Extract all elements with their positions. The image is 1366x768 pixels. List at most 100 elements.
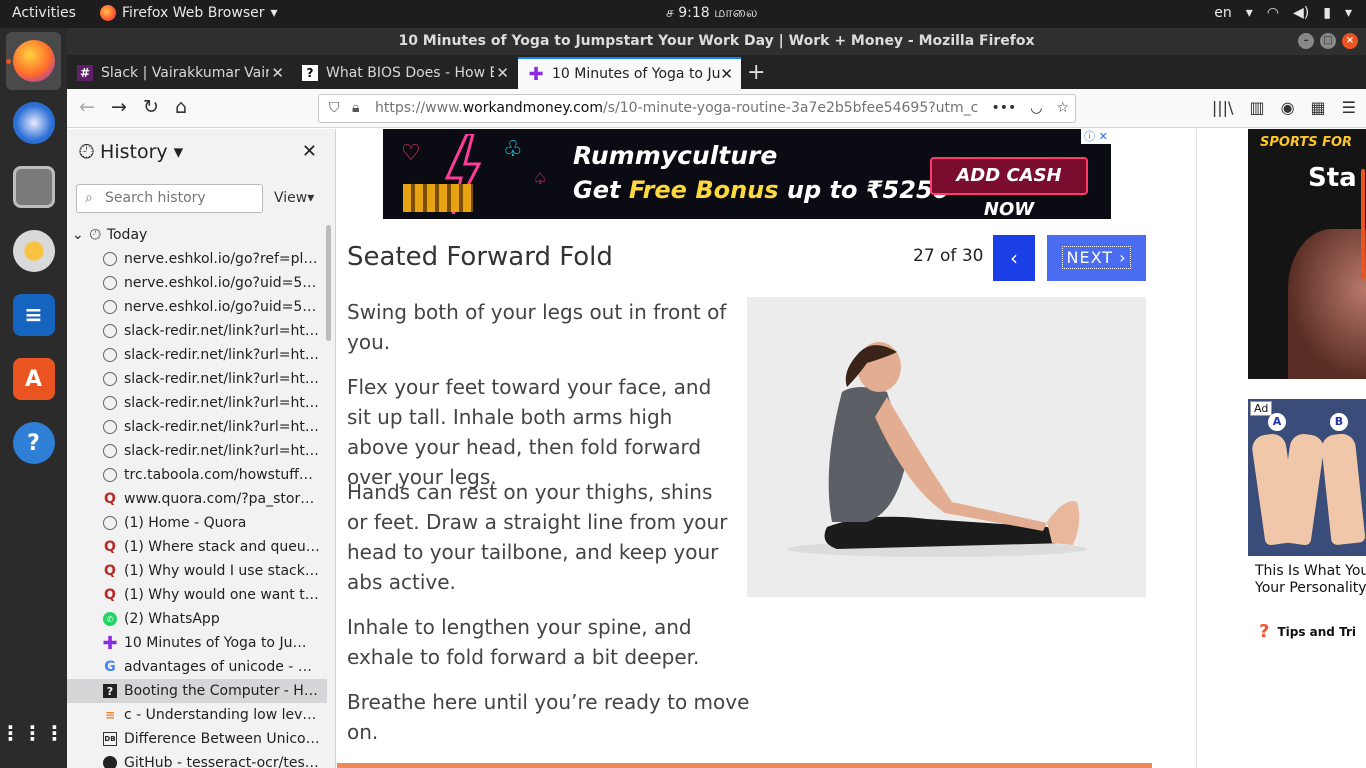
close-tab-icon[interactable]: ✕: [271, 64, 284, 82]
history-item[interactable]: slack-redir.net/link?url=http...: [67, 439, 327, 463]
search-icon: ⌕: [85, 190, 93, 206]
history-item[interactable]: Q (1) Why would I use stack ins...: [67, 559, 327, 583]
bookmark-star-icon[interactable]: ☆: [1056, 95, 1069, 122]
shield-icon[interactable]: ⛉: [329, 95, 340, 122]
home-button[interactable]: ⌂: [175, 96, 187, 118]
history-sidebar: 🕘︎ History ▾ ✕ ⌕ Search history View▾ ⌄ …: [67, 129, 336, 768]
history-item[interactable]: slack-redir.net/link?url=http...: [67, 343, 327, 367]
history-item-label: (1) Home - Quora: [124, 515, 247, 531]
side-ad-photo: [1288, 229, 1366, 379]
page-actions-icon[interactable]: •••: [991, 95, 1016, 122]
ad-headline-highlight: Free Bonus: [628, 176, 779, 204]
ad-brand: Rummyculture: [573, 141, 778, 170]
side-ad-sports[interactable]: SPORTS FOR Sta: [1248, 129, 1366, 379]
history-item[interactable]: Q (1) Where stack and queue u...: [67, 535, 327, 559]
side-ad-legs[interactable]: Ad A B: [1248, 399, 1366, 556]
app-menu[interactable]: Firefox Web Browser ▾: [100, 5, 278, 21]
plus-icon: ✚: [102, 632, 118, 654]
url-bar[interactable]: ⛉ 🔒︎ https://www.workandmoney.com/s/10-m…: [318, 94, 1076, 123]
menu-icon[interactable]: ☰: [1342, 98, 1356, 117]
extensions-icon[interactable]: ▦: [1311, 98, 1326, 117]
tab-slack[interactable]: # Slack | Vairakkumar Vaira ✕: [67, 57, 292, 89]
history-item[interactable]: ✆ (2) WhatsApp: [67, 607, 327, 631]
clock[interactable]: ச 9:18 மாலை: [666, 5, 758, 23]
account-icon[interactable]: ◉: [1281, 98, 1295, 117]
history-item[interactable]: DB Difference Between Unicod...: [67, 727, 327, 751]
forward-button[interactable]: →: [111, 96, 127, 118]
minimize-button[interactable]: –: [1298, 33, 1314, 49]
history-item[interactable]: ? Booting the Computer - How...: [67, 679, 327, 703]
tab-yoga[interactable]: ✚ 10 Minutes of Yoga to Ju ✕: [518, 57, 741, 89]
close-window-button[interactable]: ×: [1342, 33, 1358, 49]
history-item[interactable]: ✚ 10 Minutes of Yoga to Jump...: [67, 631, 327, 655]
view-label: View: [274, 190, 308, 206]
dock-show-apps[interactable]: ⋮⋮⋮: [1, 704, 65, 762]
close-sidebar-button[interactable]: ✕: [302, 141, 317, 162]
history-item[interactable]: Gadvantages of unicode - Goo...: [67, 655, 327, 679]
history-item[interactable]: trc.taboola.com/howstuffwo...: [67, 463, 327, 487]
history-item[interactable]: nerve.eshkol.io/go?uid=5e1...: [67, 295, 327, 319]
close-tab-icon[interactable]: ✕: [496, 64, 509, 82]
history-item[interactable]: Q (1) Why would one want to u...: [67, 583, 327, 607]
dock-files[interactable]: [6, 158, 61, 216]
history-item[interactable]: nerve.eshkol.io/go?ref=pl&h...: [67, 247, 327, 271]
history-item[interactable]: Qwww.quora.com/?pa_story=...: [67, 487, 327, 511]
yoga-photo: [747, 297, 1146, 597]
sidebar-toggle-icon[interactable]: ▥: [1249, 98, 1264, 117]
history-item-label: (2) WhatsApp: [124, 611, 220, 627]
sidebar-scrollbar[interactable]: [326, 225, 331, 341]
next-button[interactable]: NEXT ›: [1047, 235, 1146, 281]
dock-software[interactable]: A: [6, 350, 61, 408]
library-icon[interactable]: |||\: [1212, 98, 1234, 117]
ad-close-icon[interactable]: ⓘ ✕: [1081, 129, 1111, 144]
history-item[interactable]: (1) Home - Quora: [67, 511, 327, 535]
side-ad-brand[interactable]: ? Tips and Tri: [1259, 621, 1356, 642]
page-scrollbar[interactable]: [1361, 169, 1365, 279]
sidebar-header[interactable]: 🕘︎ History ▾: [79, 141, 183, 163]
history-item-label: nerve.eshkol.io/go?ref=pl&h...: [124, 251, 320, 267]
history-item[interactable]: GitHub - tesseract-ocr/tessd...: [67, 751, 327, 768]
close-tab-icon[interactable]: ✕: [720, 65, 733, 83]
activities-button[interactable]: Activities: [12, 5, 76, 21]
dock-thunderbird[interactable]: [6, 94, 61, 152]
history-item[interactable]: slack-redir.net/link?url=http...: [67, 415, 327, 439]
dock-writer[interactable]: ≡: [6, 286, 61, 344]
reload-button[interactable]: ↻: [143, 96, 159, 118]
files-icon: [12, 166, 55, 208]
app-menu-label: Firefox Web Browser: [122, 5, 265, 21]
dock-help[interactable]: ?: [6, 414, 61, 472]
history-item-label: GitHub - tesseract-ocr/tessd...: [124, 755, 320, 768]
lock-icon[interactable]: 🔒︎: [352, 95, 359, 122]
ad-headline: Get Free Bonus up to ₹5250: [573, 176, 949, 204]
new-tab-button[interactable]: +: [747, 60, 765, 85]
pocket-icon[interactable]: ◡: [1030, 95, 1042, 122]
globe-icon: [103, 300, 117, 314]
db-icon: DB: [103, 732, 117, 746]
history-item[interactable]: nerve.eshkol.io/go?uid=5e1...: [67, 271, 327, 295]
back-button[interactable]: ←: [79, 96, 95, 118]
history-item[interactable]: slack-redir.net/link?url=http...: [67, 367, 327, 391]
chevron-down-icon: ▾: [173, 141, 184, 163]
history-item[interactable]: slack-redir.net/link?url=http...: [67, 391, 327, 415]
history-item[interactable]: slack-redir.net/link?url=http...: [67, 319, 327, 343]
dock-firefox[interactable]: [6, 32, 61, 90]
dock-rhythmbox[interactable]: [6, 222, 61, 280]
history-group-today[interactable]: ⌄ 🕘︎ Today: [67, 223, 327, 247]
window-titlebar[interactable]: 10 Minutes of Yoga to Jumpstart Your Wor…: [67, 28, 1366, 55]
maximize-button[interactable]: □: [1320, 33, 1336, 49]
search-history-input[interactable]: ⌕ Search history: [76, 184, 263, 213]
language-indicator[interactable]: en: [1214, 5, 1232, 21]
previous-button[interactable]: ‹: [993, 235, 1035, 281]
system-tray[interactable]: en ▾ ◠ ◀) ▮ ▾: [1214, 5, 1352, 21]
globe-icon: [103, 324, 117, 338]
firefox-icon: [12, 40, 55, 82]
side-ad-caption[interactable]: This Is What You Your Personality: [1255, 563, 1366, 597]
tab-bios[interactable]: ? What BIOS Does - How B ✕: [292, 57, 517, 89]
ad-banner[interactable]: ♡ ♧ ♤ Rummyculture Get Free Bonus up to …: [383, 129, 1111, 219]
chevron-down-icon: ▾: [307, 190, 315, 206]
history-item[interactable]: ≡ c - Understanding low level f...: [67, 703, 327, 727]
clock-icon: 🕘︎: [89, 227, 101, 243]
view-menu-button[interactable]: View▾: [274, 190, 314, 206]
tab-label: 10 Minutes of Yoga to Ju: [552, 66, 720, 82]
ad-cta-button[interactable]: ADD CASH NOW: [930, 157, 1088, 219]
